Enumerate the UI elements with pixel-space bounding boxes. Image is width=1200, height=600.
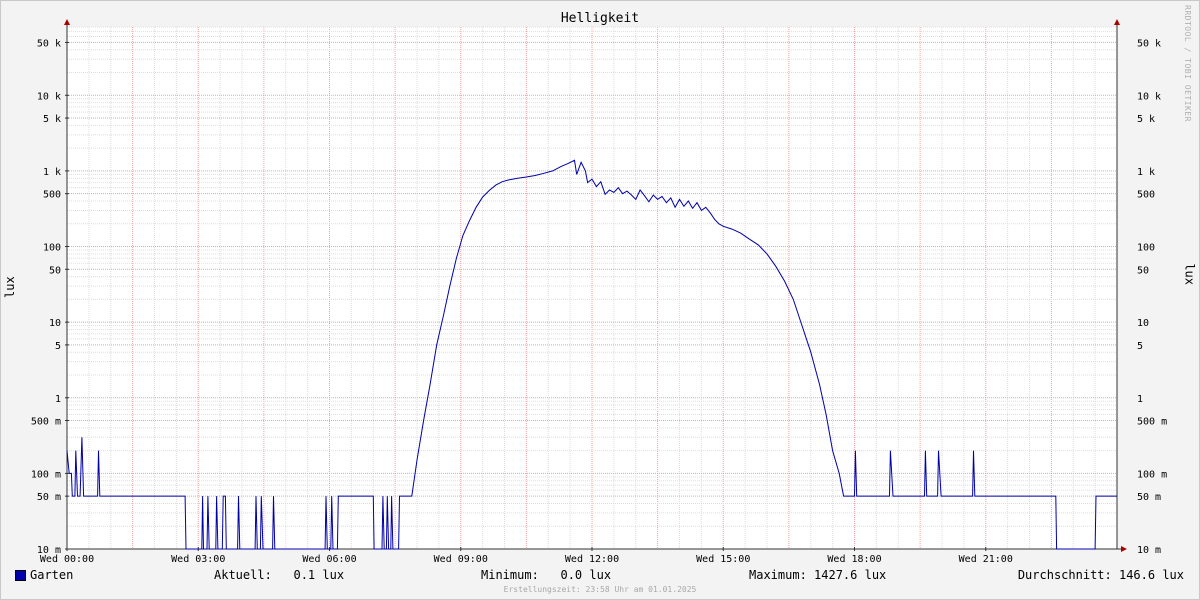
x-tick-label: Wed 12:00 xyxy=(565,554,619,565)
legend-average: Durchschnitt: 146.6 lux xyxy=(1017,568,1184,582)
footer-timestamp: Erstellungszeit: 23:58 Uhr am 01.01.2025 xyxy=(503,585,697,594)
y-tick-label-left: 1 k xyxy=(43,167,61,178)
x-axis-arrow xyxy=(1121,546,1127,552)
y-axis-arrow-right xyxy=(1114,19,1120,25)
y-tick-label-left: 1 xyxy=(55,394,61,405)
y-tick-label-right: 50 m xyxy=(1137,492,1161,503)
y-tick-label-right: 50 k xyxy=(1137,38,1161,49)
legend-maximum: Maximum: 1427.6 lux xyxy=(749,568,887,582)
y-tick-label-right: 10 k xyxy=(1137,91,1161,102)
x-tick-label: Wed 00:00 xyxy=(40,554,94,565)
y-tick-label-left: 50 k xyxy=(37,38,61,49)
y-tick-label-right: 500 xyxy=(1137,190,1155,201)
y-tick-label-right: 10 xyxy=(1137,318,1149,329)
x-tick-label: Wed 21:00 xyxy=(959,554,1013,565)
y-tick-label-right: 50 xyxy=(1137,265,1149,276)
y-tick-label-right: 100 m xyxy=(1137,469,1167,480)
legend-minimum: Minimum: 0.0 lux xyxy=(481,568,612,582)
y-tick-label-left: 100 m xyxy=(31,469,61,480)
y-tick-label-left: 5 k xyxy=(43,114,61,125)
y-tick-label-right: 1 k xyxy=(1137,167,1155,178)
legend-swatch-garten xyxy=(15,570,26,581)
y-tick-label-left: 50 xyxy=(49,265,61,276)
y-tick-label-left: 10 k xyxy=(37,91,61,102)
y-tick-label-right: 500 m xyxy=(1137,417,1167,428)
legend-series-name: Garten xyxy=(30,568,74,582)
y-tick-label-right: 100 xyxy=(1137,243,1155,254)
y-tick-label-right: 1 xyxy=(1137,394,1143,405)
legend-current: Aktuell: 0.1 lux xyxy=(214,568,345,582)
y-tick-label-right: 5 xyxy=(1137,341,1143,352)
y-tick-label-left: 100 xyxy=(43,243,61,254)
x-tick-label: Wed 03:00 xyxy=(171,554,225,565)
x-tick-label: Wed 18:00 xyxy=(827,554,881,565)
y-tick-label-left: 10 xyxy=(49,318,61,329)
y-tick-label-left: 500 xyxy=(43,190,61,201)
x-tick-label: Wed 15:00 xyxy=(696,554,750,565)
y-tick-label-left: 5 xyxy=(55,341,61,352)
x-tick-label: Wed 06:00 xyxy=(302,554,356,565)
y-tick-label-right: 10 m xyxy=(1137,545,1161,556)
y-tick-label-left: 500 m xyxy=(31,417,61,428)
y-tick-label-left: 50 m xyxy=(37,492,61,503)
y-axis-arrow-left xyxy=(64,19,70,25)
x-tick-label: Wed 09:00 xyxy=(434,554,488,565)
line-chart: 10 m 10 m50 m 50 m100 m 100 m500 m 500 m1 15 5… xyxy=(31,19,1167,565)
y-tick-label-right: 5 k xyxy=(1137,114,1155,125)
